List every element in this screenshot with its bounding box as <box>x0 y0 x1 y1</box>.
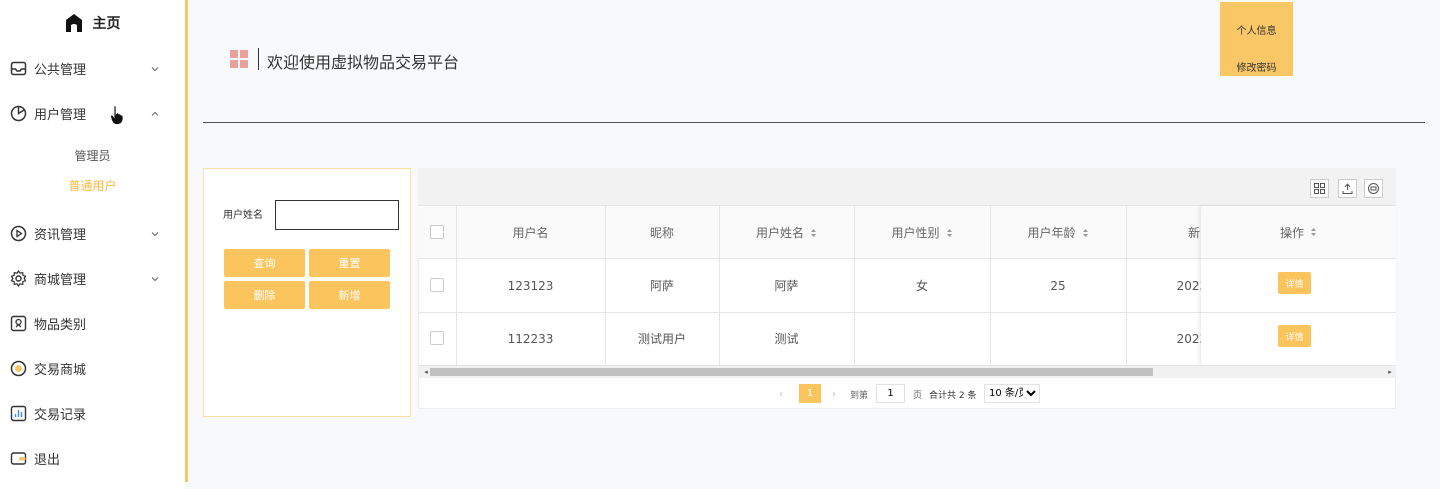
query-button[interactable]: 查询 <box>224 249 305 277</box>
col-header-gender[interactable]: 用户性别 <box>854 206 990 259</box>
menu-item-trade-shop[interactable]: 交易商城 <box>0 346 185 391</box>
detail-button[interactable]: 详情 <box>1278 325 1311 347</box>
change-password-link[interactable]: 修改密码 <box>1220 59 1293 74</box>
add-button[interactable]: 新增 <box>309 281 390 309</box>
export-icon <box>1342 183 1353 194</box>
next-page-icon[interactable]: › <box>832 384 836 404</box>
menu-label: 用户管理 <box>34 108 87 123</box>
cell-name: 测试 <box>774 332 799 346</box>
menu-label: 资讯管理 <box>34 228 87 243</box>
menu-label: 退出 <box>34 453 61 468</box>
home-label: 主页 <box>92 16 121 32</box>
col-header-age[interactable]: 用户年龄 <box>990 206 1126 259</box>
menu-label: 交易记录 <box>34 408 87 423</box>
delete-button[interactable]: 删除 <box>224 281 305 309</box>
home-link[interactable]: 主页 <box>0 0 185 46</box>
menu-label: 公共管理 <box>34 63 87 78</box>
sidebar-border <box>185 0 188 482</box>
submenu-item-normal-user[interactable]: 普通用户 <box>0 170 185 200</box>
cell-gender: 女 <box>915 279 928 293</box>
grid-icon <box>230 50 248 68</box>
page-unit-label: 页 <box>913 390 923 401</box>
page-size-select[interactable]: 10 条/页 <box>984 384 1040 403</box>
total-count: 合计共 2 条 <box>929 390 977 401</box>
coin-icon <box>10 360 27 377</box>
menu-item-public[interactable]: 公共管理 <box>0 46 185 91</box>
row-divider <box>1201 258 1396 259</box>
cell-username: 112233 <box>507 331 554 346</box>
sort-icon <box>1082 228 1088 237</box>
print-button[interactable] <box>1364 179 1383 198</box>
chevron-up-icon <box>151 111 159 116</box>
chevron-down-icon <box>151 232 159 237</box>
export-button[interactable] <box>1338 179 1357 198</box>
menu-label: 交易商城 <box>34 363 87 378</box>
cell-username: 123123 <box>507 278 554 293</box>
prev-page-icon[interactable]: ‹ <box>779 384 783 404</box>
reset-button[interactable]: 重置 <box>309 249 390 277</box>
cell-age <box>990 312 1126 365</box>
cell-age: 25 <box>1050 278 1066 293</box>
col-header-name[interactable]: 用户姓名 <box>719 206 854 259</box>
menu-item-trade-record[interactable]: 交易记录 <box>0 391 185 436</box>
cell-name: 阿萨 <box>774 279 799 293</box>
chevron-down-icon <box>151 277 159 282</box>
sort-icon <box>811 228 816 237</box>
cell-gender <box>854 312 990 365</box>
col-header-action[interactable]: 操作 <box>1201 206 1396 258</box>
menu-item-news[interactable]: 资讯管理 <box>0 211 185 256</box>
inbox-icon <box>10 60 27 77</box>
page-number-current[interactable]: 1 <box>799 384 821 403</box>
submenu-item-admin[interactable]: 管理员 <box>0 140 185 170</box>
menu-item-users[interactable]: 用户管理 <box>0 91 185 136</box>
scroll-left-icon[interactable]: ◂ <box>420 366 432 378</box>
scrollbar-thumb[interactable] <box>430 368 1153 376</box>
row-divider <box>1201 312 1396 313</box>
menu-item-shop[interactable]: 商城管理 <box>0 256 185 301</box>
row-checkbox[interactable] <box>430 331 444 345</box>
scroll-right-icon[interactable]: ▸ <box>1384 366 1396 378</box>
sort-icon <box>1311 228 1316 236</box>
menu-item-category[interactable]: 物品类别 <box>0 301 185 346</box>
play-circle-icon <box>10 225 27 242</box>
row-checkbox[interactable] <box>430 278 444 292</box>
pie-chart-icon <box>10 105 27 122</box>
col-header-username: 用户名 <box>512 226 549 240</box>
hand-cursor-icon <box>110 105 124 125</box>
columns-icon <box>1314 183 1325 194</box>
search-label: 用户姓名 <box>223 210 263 221</box>
title-divider <box>258 48 259 70</box>
menu-item-logout[interactable]: 退出 <box>0 436 185 481</box>
profile-link[interactable]: 个人信息 <box>1220 22 1293 37</box>
col-header-nickname: 昵称 <box>649 226 674 240</box>
wallet-icon <box>10 450 27 467</box>
bar-chart-icon <box>10 405 27 422</box>
table-toolbar <box>418 168 1396 206</box>
sort-icon <box>946 228 952 237</box>
name-search-input[interactable] <box>275 200 399 230</box>
home-icon <box>65 14 82 32</box>
menu-label: 商城管理 <box>34 273 87 288</box>
detail-button[interactable]: 详情 <box>1278 272 1311 294</box>
page-title: 欢迎使用虚拟物品交易平台 <box>267 53 460 72</box>
chevron-down-icon <box>151 67 159 72</box>
goto-page-input[interactable] <box>876 384 905 403</box>
gear-icon <box>10 270 27 287</box>
goto-label: 到第 <box>850 390 869 401</box>
map-pin-icon <box>10 315 27 332</box>
select-all-checkbox[interactable] <box>430 225 444 239</box>
header-divider <box>203 122 1425 123</box>
cell-nickname: 测试用户 <box>637 332 686 346</box>
menu-label: 物品类别 <box>34 318 87 333</box>
cell-nickname: 阿萨 <box>649 279 674 293</box>
column-filter-button[interactable] <box>1310 179 1329 198</box>
print-icon <box>1368 183 1379 194</box>
